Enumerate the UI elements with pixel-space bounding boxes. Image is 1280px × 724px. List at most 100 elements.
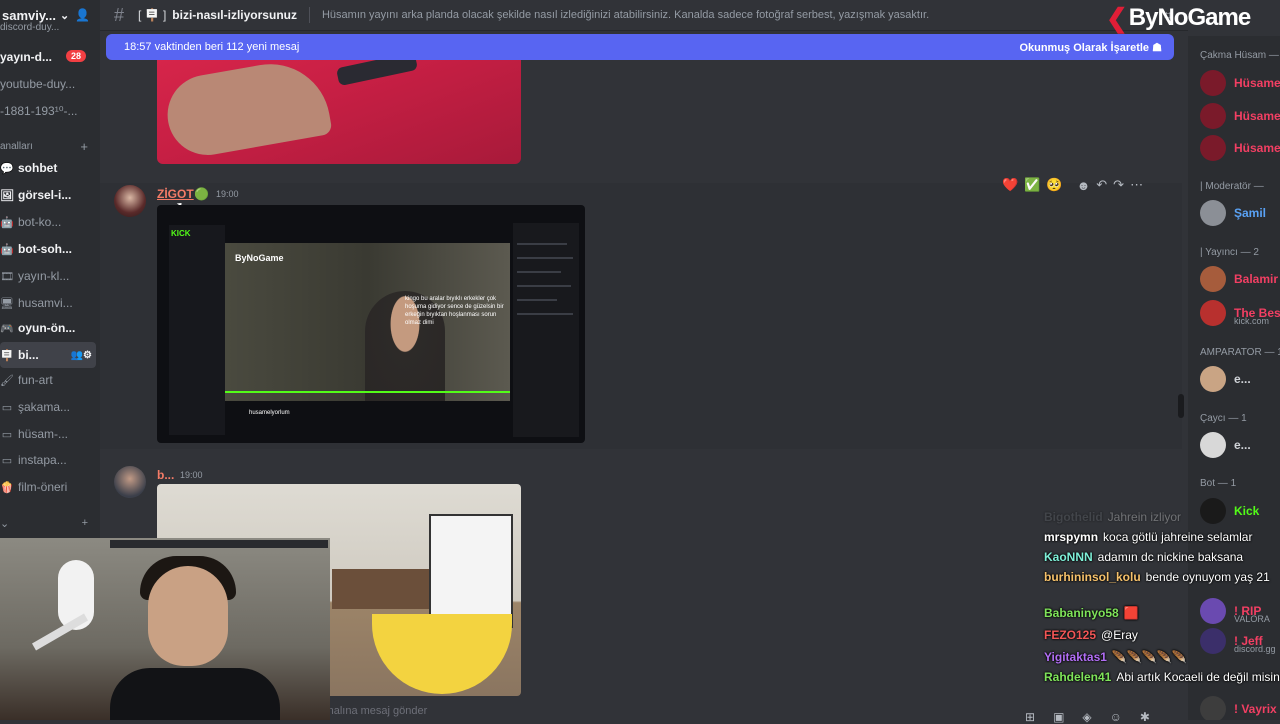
embedded-video: ByNoGame kingo bu aralar bıyıklı erkekle…: [225, 243, 510, 401]
channel-bot-soh[interactable]: 🤖 bot-soh...: [0, 236, 96, 262]
sidebar-item-yayin[interactable]: yayın-d... 28: [0, 44, 96, 70]
category-collapsed[interactable]: ⌄ +: [0, 510, 96, 536]
avatar: [1200, 300, 1226, 326]
mark-read-icon: ☗: [1152, 41, 1162, 54]
member-item[interactable]: Hüsame: [1200, 101, 1280, 131]
member-item[interactable]: The Besl kick.com: [1200, 298, 1280, 328]
avatar: [1200, 266, 1226, 292]
chat-message: KaoNNN adamın dc nickine baksana: [1044, 550, 1280, 565]
channel-oyun-oneri[interactable]: 🎮 oyun-ön...: [0, 315, 96, 341]
sidebar-item-partial[interactable]: discord-duy...: [0, 20, 96, 34]
member-item[interactable]: Balamir: [1200, 264, 1278, 294]
member-group-header: | Moderatör —: [1200, 181, 1264, 192]
channel-film-oneri[interactable]: 🍿 film-öneri: [0, 474, 96, 500]
channel-category[interactable]: analları +: [0, 138, 96, 154]
message-input[interactable]: kanalına mesaj gönder: [316, 705, 427, 717]
more-icon[interactable]: ⋯: [1130, 177, 1143, 193]
popcorn-icon: 🍿: [0, 481, 14, 494]
new-messages-bar[interactable]: 18:57 vaktinden beri 112 yeni mesaj Okun…: [106, 34, 1174, 60]
mark-as-read-button[interactable]: Okunmuş Olarak İşaretle ☗: [1019, 41, 1162, 54]
chat-username: KaoNNN: [1044, 550, 1093, 564]
message-actions: ❤️ ✅ 🥺 ☻ ↶ ↷ ⋯: [1002, 175, 1143, 195]
screen-icon: 🖥: [0, 297, 14, 310]
member-item[interactable]: e...: [1200, 364, 1251, 394]
doc-icon: ▭: [1, 454, 13, 467]
chat-username: Bigothelid: [1044, 510, 1103, 524]
channel-bizi-nasil-active[interactable]: 🪧 bi... 👥⚙: [0, 342, 96, 368]
forward-icon[interactable]: ↷: [1113, 177, 1124, 193]
message-timestamp: 19:00: [216, 189, 239, 199]
chat-username: Babaninyo58: [1044, 606, 1119, 620]
avatar: [1200, 70, 1226, 96]
member-group-header: AMPARATOR — 1: [1200, 347, 1280, 358]
attachment-screenshot[interactable]: KICK ByNoGame kingo bu aralar bıyıklı er…: [157, 205, 585, 443]
stream-chat-overlay: Bigothelid Jahrein izliyor mrspymn koca göt…: [1040, 508, 1280, 720]
avatar[interactable]: [114, 466, 146, 498]
member-name: e...: [1234, 438, 1251, 452]
chat-message: Babaninyo58 🟥: [1044, 606, 1280, 621]
channel-prefix: [ 🪧 ]: [138, 8, 167, 22]
invite-icon[interactable]: 👥⚙: [71, 350, 92, 361]
avatar: [1200, 135, 1226, 161]
channel-gorsel[interactable]: 🖼 görsel-i...: [0, 182, 96, 208]
avatar: [1200, 200, 1226, 226]
new-messages-text: 18:57 vaktinden beri 112 yeni mesaj: [124, 41, 300, 53]
member-group-header: Çaycı — 1: [1200, 413, 1247, 424]
chat-text: 🪶🪶🪶🪶🪶: [1111, 650, 1187, 664]
member-item[interactable]: Şamil: [1200, 198, 1266, 228]
hashtag-icon: #: [114, 4, 125, 25]
channel-sohbet[interactable]: 💬 sohbet: [0, 155, 96, 181]
channel-husam[interactable]: ▭ hüsam-...: [0, 421, 96, 447]
channel-yayin-kl[interactable]: 🎞 yayın-kl...: [0, 263, 96, 289]
scrollbar-thumb[interactable]: [1178, 394, 1184, 418]
sidebar-item-youtube[interactable]: youtube-duy...: [0, 71, 96, 97]
channel-bot-ko[interactable]: 🤖 bot-ko...: [0, 209, 96, 235]
add-channel-icon[interactable]: +: [80, 139, 88, 154]
reply-icon[interactable]: ↶: [1096, 177, 1107, 193]
pleading-reaction[interactable]: 🥺: [1046, 177, 1062, 193]
film-icon: 🎞: [0, 270, 14, 283]
chat-message: Rahdelen41 Abi artık Kocaeli de değil mis…: [1044, 670, 1280, 685]
add-reaction-icon[interactable]: ☻: [1077, 178, 1091, 193]
member-item[interactable]: e...: [1200, 430, 1251, 460]
add-channel-icon[interactable]: +: [82, 517, 88, 529]
chat-text: Jahrein izliyor: [1107, 510, 1182, 524]
heart-reaction[interactable]: ❤️: [1002, 177, 1018, 193]
avatar: [1200, 366, 1226, 392]
channel-topic[interactable]: Hüsamın yayını arka planda olacak şekild…: [322, 9, 929, 21]
channel-sakama[interactable]: ▭ şakama...: [0, 394, 96, 420]
gift-icon[interactable]: ⊞: [1025, 710, 1035, 724]
doc-icon: ▭: [1, 428, 13, 441]
channel-instapa[interactable]: ▭ instapa...: [0, 447, 96, 473]
chat-username: mrspymn: [1044, 530, 1099, 544]
doc-icon: ▭: [1, 401, 13, 414]
member-group-header: Bot — 1: [1200, 478, 1237, 489]
channel-header: # [ 🪧 ] bizi-nasıl-izliyorsunuz Hüsamın …: [100, 0, 1188, 31]
member-name: Balamir: [1234, 272, 1279, 286]
role-icon: 🟢: [194, 187, 209, 201]
chat-text: koca götlü jahreine selamlar: [1103, 530, 1253, 544]
member-name: Hüsame: [1234, 109, 1280, 123]
attachment-image[interactable]: [157, 60, 521, 164]
sidebar-item-1881[interactable]: -1881-193¹⁰-...: [0, 98, 96, 124]
chat-text: @Eray: [1101, 628, 1138, 642]
channel-fun-art[interactable]: 🖌 fun-art: [0, 367, 96, 393]
member-item[interactable]: Hüsame: [1200, 133, 1280, 163]
member-item[interactable]: Hüsame: [1200, 68, 1280, 98]
message-author[interactable]: b...: [157, 468, 174, 482]
avatar: [1200, 103, 1226, 129]
chat-username: FEZO125: [1044, 628, 1097, 642]
chat-text: bende oynuyom yaş 21: [1145, 570, 1270, 584]
channel-husamvi[interactable]: 🖥 husamvi...: [0, 290, 96, 316]
chat-username: Yigitaktas1: [1044, 650, 1107, 664]
chat-text: Abi artık Kocaeli de değil misin: [1116, 670, 1280, 684]
check-reaction[interactable]: ✅: [1024, 177, 1040, 193]
robot-icon: 🤖: [0, 243, 14, 256]
channel-title: bizi-nasıl-izliyorsunuz: [172, 8, 297, 22]
avatar[interactable]: [114, 185, 146, 217]
webcam-overlay: [0, 538, 330, 720]
chat-text: adamın dc nickine baksana: [1097, 550, 1244, 564]
controller-icon: 🎮: [0, 322, 14, 335]
member-name: e...: [1234, 372, 1251, 386]
chat-message: Yigitaktas1 🪶🪶🪶🪶🪶: [1044, 650, 1280, 665]
